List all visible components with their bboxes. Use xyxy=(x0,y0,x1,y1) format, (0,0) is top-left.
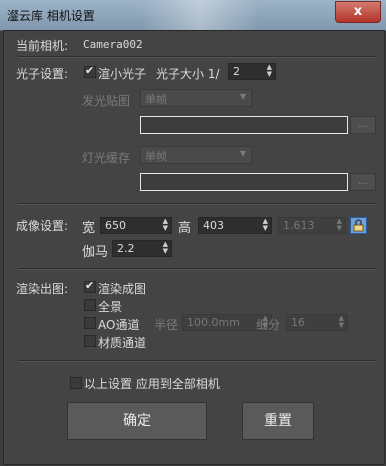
light-cache-path-input[interactable] xyxy=(140,173,348,191)
photon-settings-label: 光子设置: xyxy=(16,67,69,81)
height-value: 403 xyxy=(203,219,224,232)
subdivision-label: 细分 xyxy=(256,318,281,332)
aspect-lock-button[interactable] xyxy=(350,217,367,234)
light-cache-label: 灯光缓存 xyxy=(82,151,131,165)
divider xyxy=(18,56,376,58)
close-icon: x xyxy=(353,4,363,19)
aspect-ratio-value: 1.613 xyxy=(283,219,315,232)
current-camera-label: 当前相机: xyxy=(16,39,69,53)
render-output-label: 渲染出图: xyxy=(16,282,69,296)
photon-size-label: 光子大小 1/ xyxy=(156,67,220,81)
render-image-label: 渲染成图 xyxy=(98,282,147,296)
title-highlight xyxy=(140,0,260,30)
settings-panel: 当前相机: Camera002 光子设置: 渲小光子 光子大小 1/ 2 ▲▼ … xyxy=(3,30,385,465)
render-small-photon-label: 渲小光子 xyxy=(98,67,147,81)
material-channel-label: 材质通道 xyxy=(98,336,147,350)
gamma-stepper[interactable]: 2.2 ▲ ▼ xyxy=(112,240,172,257)
spinner-arrows-icon: ▲ ▼ xyxy=(338,314,344,329)
height-label: 高 xyxy=(178,221,192,236)
render-small-photon-checkbox[interactable] xyxy=(84,64,96,78)
spinner-arrows-icon: ▲ ▼ xyxy=(336,217,342,232)
emission-map-value: 单帧 xyxy=(145,93,167,106)
imaging-settings-label: 成像设置: xyxy=(16,219,69,233)
spinner-arrows-icon[interactable]: ▲ ▼ xyxy=(163,241,168,255)
radius-value: 100.0mm xyxy=(187,316,240,329)
light-cache-select[interactable]: 单帧 ▼ xyxy=(140,146,252,164)
panorama-label: 全景 xyxy=(98,300,123,314)
gamma-value: 2.2 xyxy=(117,242,135,255)
divider xyxy=(18,268,376,270)
photon-size-stepper[interactable]: 2 ▲ ▼ xyxy=(228,63,276,80)
aspect-ratio-stepper: 1.613 ▲ ▼ xyxy=(278,217,346,234)
lock-icon xyxy=(353,219,364,232)
width-stepper[interactable]: 650 ▲ ▼ xyxy=(100,217,172,234)
gamma-label: 伽马 xyxy=(82,245,109,260)
panorama-checkbox[interactable] xyxy=(84,299,96,311)
width-label: 宽 xyxy=(82,221,96,236)
ao-channel-checkbox[interactable] xyxy=(84,317,96,329)
current-camera-value: Camera002 xyxy=(83,38,143,51)
emission-map-browse-button[interactable]: ... xyxy=(350,116,376,134)
window-title: 瀣云库 相机设置 xyxy=(7,9,95,23)
apply-all-cameras-label: 以上设置 应用到全部相机 xyxy=(84,377,220,391)
radius-label: 半径 xyxy=(154,318,179,332)
close-button[interactable]: x xyxy=(335,1,381,23)
spinner-arrows-icon[interactable]: ▲ ▼ xyxy=(263,218,268,232)
emission-map-select[interactable]: 单帧 ▼ xyxy=(140,89,252,107)
ok-button[interactable]: 确定 xyxy=(67,402,207,440)
chevron-down-icon: ▼ xyxy=(239,92,246,101)
light-cache-browse-button[interactable]: ... xyxy=(350,173,376,191)
photon-size-value: 2 xyxy=(233,65,240,78)
material-channel-checkbox[interactable] xyxy=(84,335,96,347)
render-image-checkbox[interactable] xyxy=(84,279,96,293)
emission-map-path-input[interactable] xyxy=(140,116,348,134)
subdivision-stepper: 16 ▲ ▼ xyxy=(286,314,348,331)
light-cache-value: 单帧 xyxy=(145,150,167,163)
spinner-arrows-icon[interactable]: ▲ ▼ xyxy=(267,64,272,78)
spinner-arrows-icon[interactable]: ▲ ▼ xyxy=(163,218,168,232)
ao-channel-label: AO通道 xyxy=(98,318,140,332)
emission-map-label: 发光贴图 xyxy=(82,94,131,108)
width-value: 650 xyxy=(105,219,126,232)
height-stepper[interactable]: 403 ▲ ▼ xyxy=(198,217,272,234)
subdivision-value: 16 xyxy=(291,316,305,329)
chevron-down-icon: ▼ xyxy=(239,149,246,158)
reset-button[interactable]: 重置 xyxy=(242,402,314,440)
apply-all-cameras-checkbox[interactable] xyxy=(70,377,82,389)
title-bar: 瀣云库 相机设置 x xyxy=(0,0,386,31)
divider xyxy=(18,203,376,205)
divider xyxy=(18,360,376,362)
